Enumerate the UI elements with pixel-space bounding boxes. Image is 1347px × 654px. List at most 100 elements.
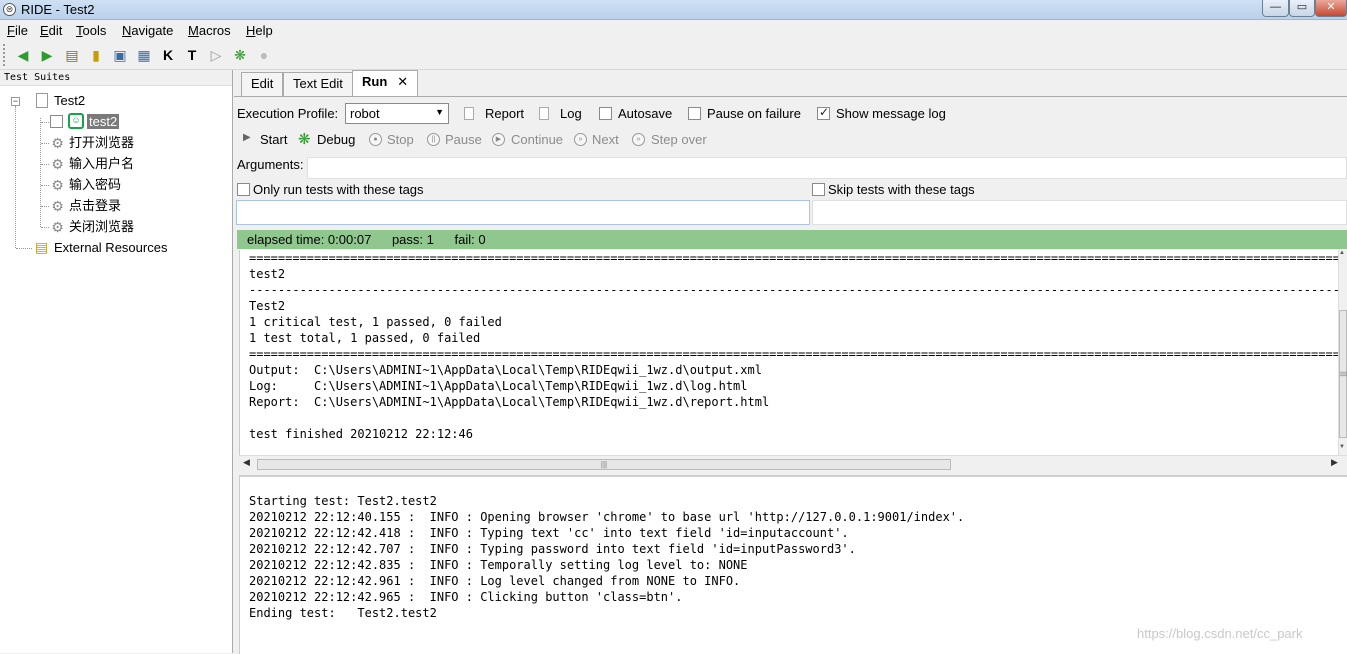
search-keywords-icon[interactable]: K xyxy=(159,46,177,64)
arrow-forward-icon[interactable]: ▶ xyxy=(38,46,56,64)
scroll-up-icon[interactable]: ▲ xyxy=(1339,250,1345,256)
debug-button[interactable]: Debug xyxy=(317,132,355,147)
arrow-back-icon[interactable]: ◀ xyxy=(14,46,32,64)
tree-connector xyxy=(41,185,49,186)
skip-tags-input[interactable] xyxy=(812,200,1347,225)
report-button[interactable]: Report xyxy=(485,106,524,121)
execution-profile-label: Execution Profile: xyxy=(237,106,339,121)
vertical-scrollbar[interactable]: ||| ▲ ▼ xyxy=(1338,250,1347,455)
log-icon xyxy=(539,107,549,120)
pause-button[interactable]: Pause xyxy=(445,132,482,147)
menu-macros[interactable]: Macros xyxy=(188,23,231,38)
tree-keyword[interactable]: 打开浏览器 xyxy=(69,133,134,153)
keyword-gear-icon: ⚙ xyxy=(51,177,64,193)
keyword-gear-icon: ⚙ xyxy=(51,198,64,214)
tree-test-test2[interactable]: test2 xyxy=(87,112,120,132)
scroll-down-icon[interactable]: ▼ xyxy=(1339,444,1345,450)
test-suites-header: Test Suites xyxy=(0,70,232,86)
fail-count: fail: 0 xyxy=(454,232,486,247)
collapse-expander[interactable]: − xyxy=(11,97,20,106)
close-window-button[interactable]: ✕ xyxy=(1315,0,1347,17)
menu-navigate[interactable]: Navigate xyxy=(122,23,173,38)
tree-keyword[interactable]: 关闭浏览器 xyxy=(69,217,134,237)
pause-on-failure-label: Pause on failure xyxy=(707,106,801,121)
execution-profile-value: robot xyxy=(350,106,380,121)
horizontal-scrollbar[interactable]: ◀ ||| ▶ xyxy=(239,455,1347,471)
minimize-button[interactable]: — xyxy=(1262,0,1289,17)
scroll-grip-icon: ||| xyxy=(1340,371,1347,377)
console-line: 1 test total, 1 passed, 0 failed xyxy=(249,331,481,345)
only-run-tags-input[interactable] xyxy=(236,200,810,225)
autosave-checkbox[interactable] xyxy=(599,107,612,120)
tree-connector xyxy=(15,106,16,248)
menu-edit[interactable]: Edit xyxy=(40,23,62,38)
execution-profile-select[interactable]: robot ▼ xyxy=(345,103,449,124)
tree-connector xyxy=(41,227,49,228)
autosave-label: Autosave xyxy=(618,106,673,121)
log-line: 20210212 22:12:42.418 : INFO : Typing te… xyxy=(249,526,849,540)
tree-connector xyxy=(41,122,49,123)
stop-icon: ● xyxy=(369,133,382,146)
scroll-grip-icon: ||| xyxy=(600,460,608,469)
tab-run[interactable]: Run ✕ xyxy=(352,70,419,96)
search-tests-icon[interactable]: T xyxy=(183,46,201,64)
tree-connector xyxy=(16,248,32,249)
tree-connector xyxy=(41,143,49,144)
window-title: RIDE - Test2 xyxy=(21,2,95,17)
only-run-tags-label: Only run tests with these tags xyxy=(253,182,424,197)
only-run-tags-checkbox[interactable] xyxy=(237,183,250,196)
arguments-input[interactable] xyxy=(307,157,1347,179)
tree-keyword[interactable]: 输入用户名 xyxy=(69,154,134,174)
tab-close-icon[interactable]: ✕ xyxy=(397,74,408,89)
next-button[interactable]: Next xyxy=(592,132,619,147)
skip-tags-label: Skip tests with these tags xyxy=(828,182,975,197)
stop-icon[interactable]: ● xyxy=(255,46,273,64)
open-folder-icon[interactable]: ▤ xyxy=(63,46,81,64)
log-line: 20210212 22:12:42.961 : INFO : Log level… xyxy=(249,574,741,588)
maximize-button[interactable]: ▭ xyxy=(1289,0,1315,17)
tree-keyword[interactable]: 点击登录 xyxy=(69,196,121,216)
horizontal-scroll-thumb[interactable]: ||| xyxy=(257,459,951,470)
pass-count: pass: 1 xyxy=(391,232,434,247)
log-line: 20210212 22:12:42.835 : INFO : Temporall… xyxy=(249,558,748,572)
save-icon[interactable]: ▣ xyxy=(111,46,129,64)
log-line: Ending test: Test2.test2 xyxy=(249,606,437,620)
debug-icon[interactable]: ❋ xyxy=(231,46,249,64)
scroll-left-icon[interactable]: ◀ xyxy=(243,457,250,468)
console-line: Output: C:\Users\ADMINI~1\AppData\Local\… xyxy=(249,363,762,377)
tree-external-resources[interactable]: External Resources xyxy=(54,238,167,258)
tab-edit[interactable]: Edit xyxy=(241,72,284,96)
save-all-icon[interactable]: ▦ xyxy=(135,46,153,64)
show-message-log-checkbox[interactable] xyxy=(817,105,830,120)
tab-text-edit[interactable]: Text Edit xyxy=(283,72,353,96)
vertical-scroll-thumb[interactable]: ||| xyxy=(1339,310,1347,438)
log-button[interactable]: Log xyxy=(560,106,582,121)
menu-help[interactable]: Help xyxy=(246,23,273,38)
menu-file[interactable]: File xyxy=(7,23,28,38)
test-select-checkbox[interactable] xyxy=(50,115,63,128)
run-icon[interactable]: ▷ xyxy=(207,46,225,64)
continue-button[interactable]: Continue xyxy=(511,132,563,147)
pause-on-failure-checkbox[interactable] xyxy=(688,107,701,120)
selected-test-label: test2 xyxy=(87,114,120,129)
arguments-label: Arguments: xyxy=(237,157,304,172)
menu-bar: File Edit Tools Navigate Macros Help xyxy=(0,20,1347,40)
tree-keyword[interactable]: 输入密码 xyxy=(69,175,121,195)
console-line: ========================================… xyxy=(249,347,1338,361)
folder-icon: ▤ xyxy=(34,239,49,255)
skip-tags-checkbox[interactable] xyxy=(812,183,825,196)
debug-icon: ❋ xyxy=(298,131,311,148)
stop-button[interactable]: Stop xyxy=(387,132,414,147)
scroll-right-icon[interactable]: ▶ xyxy=(1331,457,1338,468)
chevron-down-icon: ▼ xyxy=(435,107,444,117)
open-directory-icon[interactable]: ▮ xyxy=(87,46,105,64)
menu-tools[interactable]: Tools xyxy=(76,23,106,38)
output-console[interactable]: ========================================… xyxy=(239,250,1338,455)
watermark: https://blog.csdn.net/cc_park xyxy=(1137,626,1303,641)
start-button[interactable]: Start xyxy=(260,132,287,147)
tree-connector xyxy=(40,118,41,227)
step-over-button[interactable]: Step over xyxy=(651,132,707,147)
keyword-gear-icon: ⚙ xyxy=(51,156,64,172)
console-line: test finished 20210212 22:12:46 xyxy=(249,427,473,441)
tree-suite-test2[interactable]: Test2 xyxy=(54,91,85,111)
